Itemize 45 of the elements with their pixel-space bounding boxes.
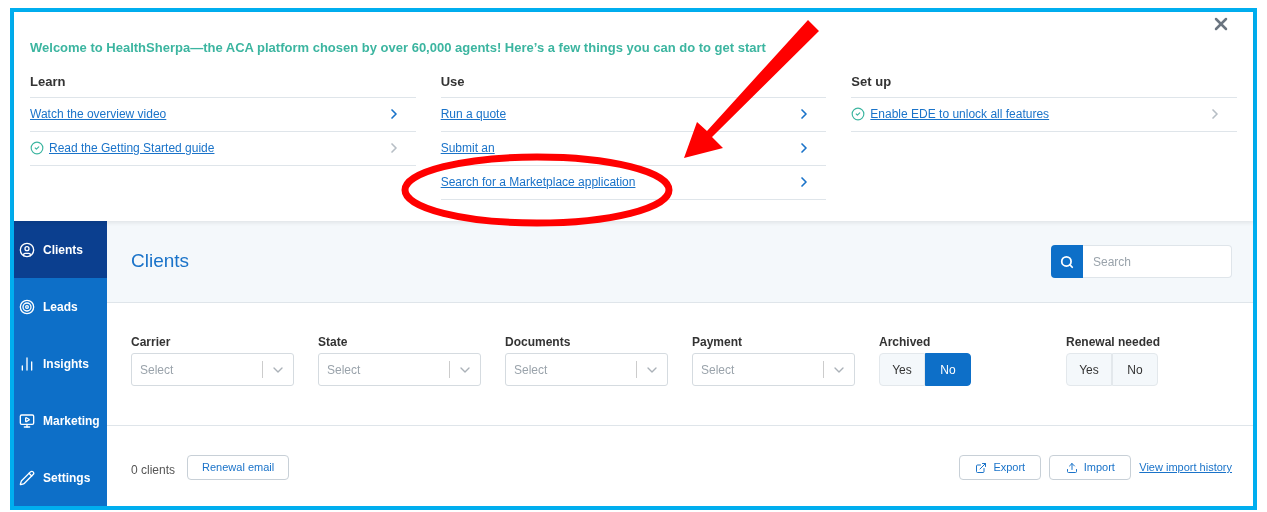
page-title: Clients	[131, 249, 190, 274]
select-field[interactable]: Select	[131, 353, 294, 386]
export-icon	[975, 461, 988, 474]
column-heading: Learn	[30, 72, 67, 91]
person-icon	[19, 241, 35, 258]
sidebar-item[interactable]: Settings	[14, 449, 107, 506]
task-link[interactable]: Watch the overview video	[30, 105, 167, 123]
search-icon	[1060, 254, 1074, 269]
select-field[interactable]: Select	[505, 353, 668, 386]
pencil-icon	[19, 469, 35, 486]
welcome-title: Welcome to HealthSherpa—the ACA platform chosen by over 60,000 agents! Here’s a few things you can do to get start	[30, 39, 767, 57]
target-icon	[19, 298, 35, 315]
task-link[interactable]: Run a quote	[440, 105, 507, 123]
column-heading: Set up	[851, 72, 893, 91]
import-history-link[interactable]: View import history	[1139, 459, 1232, 476]
task-link[interactable]: Search for a Marketplace application	[440, 173, 636, 191]
filter-label: Carrier	[131, 334, 172, 351]
export-button[interactable]: Export	[959, 455, 1042, 480]
filter-label: Payment	[692, 334, 744, 351]
filter-label: State	[318, 334, 349, 351]
task-link[interactable]: Read the Getting Started guide	[49, 139, 215, 157]
search-field[interactable]: Search	[1083, 245, 1232, 278]
upload-icon	[1065, 461, 1078, 474]
filter-label: Archived	[879, 334, 932, 351]
toggle-option[interactable]: Yes	[879, 353, 925, 386]
toggle-option[interactable]: No	[925, 353, 971, 386]
search-button[interactable]	[1051, 245, 1083, 278]
toggle-option[interactable]: No	[1112, 353, 1158, 386]
task-link[interactable]: Enable EDE to unlock all features	[870, 105, 1050, 123]
filter-label: Documents	[505, 334, 572, 351]
column-heading: Use	[440, 72, 466, 91]
select-field[interactable]: Select	[318, 353, 481, 386]
task-link[interactable]: Submit an	[440, 139, 495, 157]
renewal-email-button[interactable]: Renewal email	[187, 455, 290, 480]
filter-label: Renewal needed	[1066, 334, 1162, 351]
monitor-icon	[19, 412, 35, 429]
sidebar-item[interactable]: Insights	[14, 335, 107, 392]
toggle-option[interactable]: Yes	[1066, 353, 1112, 386]
import-button[interactable]: Import	[1049, 455, 1132, 480]
client-count: 0 clients	[131, 461, 176, 479]
sidebar-item[interactable]: Leads	[14, 278, 107, 335]
sidebar-item[interactable]: Clients	[14, 221, 107, 278]
bar-chart-icon	[19, 355, 35, 372]
sidebar-item[interactable]: Marketing	[14, 392, 107, 449]
select-field[interactable]: Select	[692, 353, 855, 386]
